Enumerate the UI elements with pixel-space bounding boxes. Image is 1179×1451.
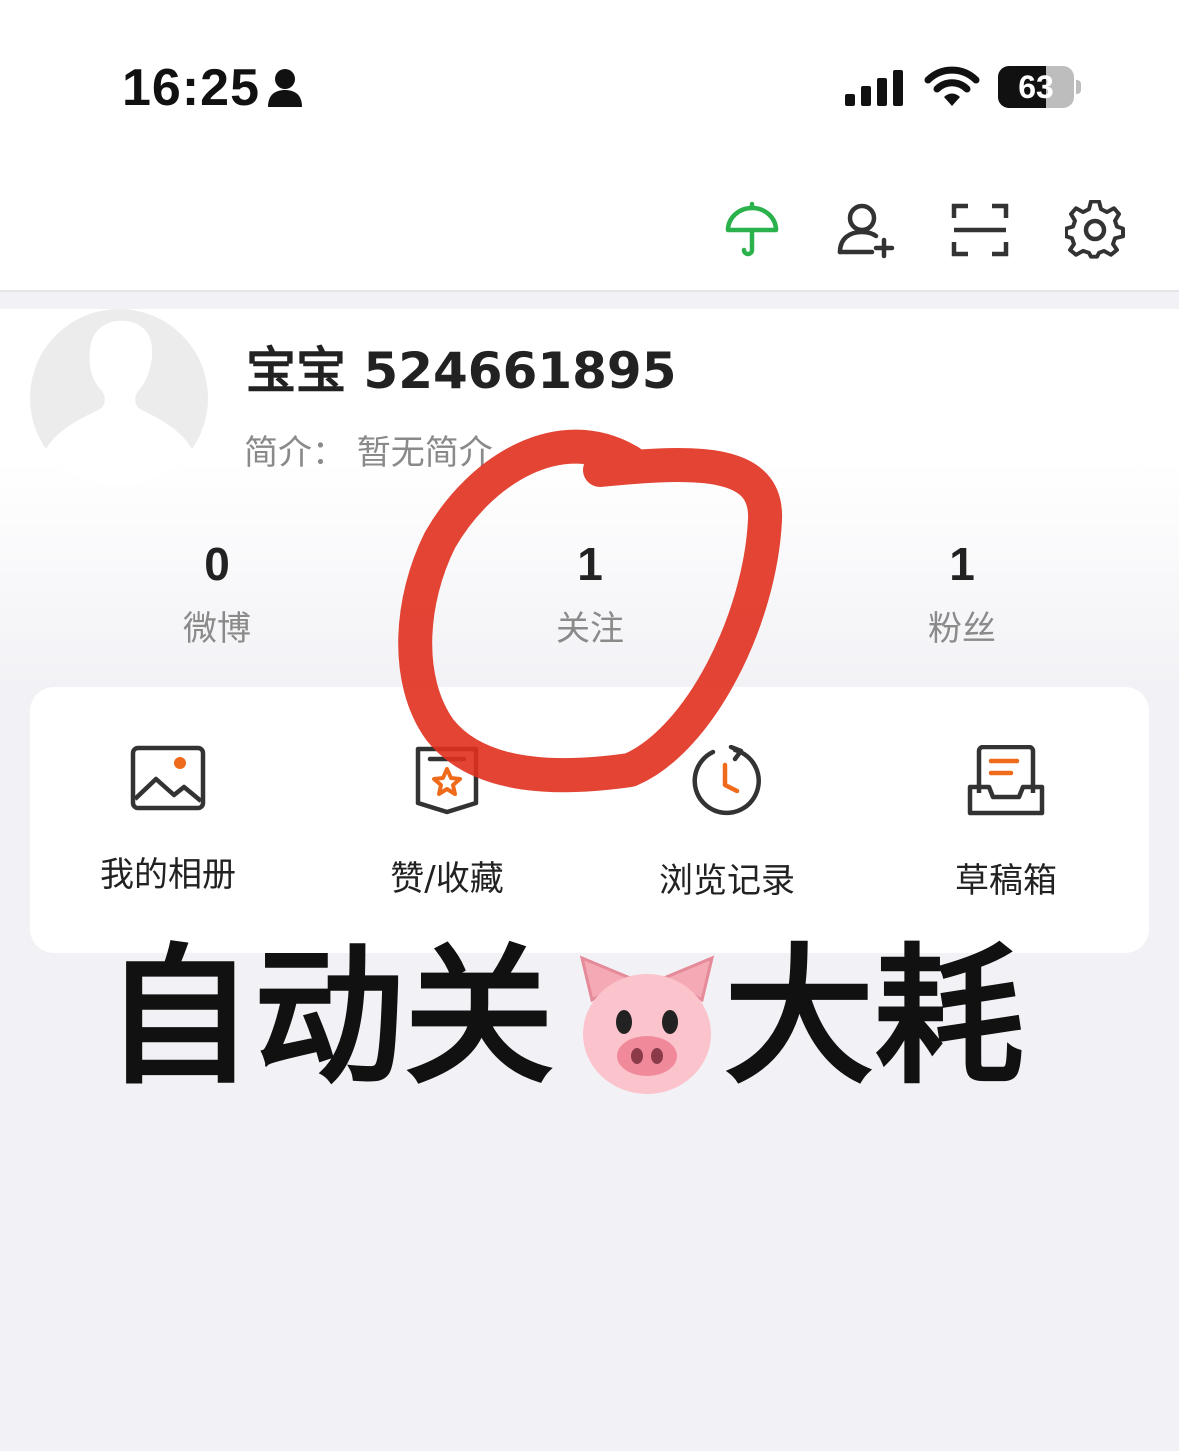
history-icon: [692, 745, 761, 816]
stat-label: 关注: [556, 609, 624, 649]
scan-icon[interactable]: [950, 200, 1010, 260]
shortcut-menu-card: 我的相册 赞/收藏 浏览记录 草稿箱: [30, 687, 1149, 953]
drafts-icon: [967, 745, 1045, 816]
profile-section: 宝宝 524661895 简介： 暂无简介 0 微博 1 关注 1 粉丝: [0, 309, 1179, 689]
bio-text[interactable]: 简介： 暂无简介: [244, 425, 493, 474]
menu-label: 草稿箱: [955, 861, 1057, 901]
wifi-icon: [924, 66, 980, 106]
overlay-caption-right: 大耗: [724, 931, 1025, 1105]
settings-icon[interactable]: [1065, 200, 1125, 260]
stat-value: 0: [204, 538, 230, 590]
person-icon: [268, 69, 302, 107]
overlay-caption-left: 自动关: [104, 931, 555, 1105]
pig-face-icon: [579, 955, 715, 1094]
menu-label: 赞/收藏: [390, 859, 504, 899]
stat-followers[interactable]: 1 粉丝: [862, 537, 1062, 650]
avatar[interactable]: [30, 309, 208, 487]
stat-value: 1: [577, 538, 603, 590]
menu-label: 浏览记录: [659, 861, 795, 901]
battery-indicator: 63: [998, 66, 1074, 108]
stat-weibo[interactable]: 0 微博: [117, 537, 317, 650]
photo-album-icon: [130, 745, 206, 811]
username[interactable]: 宝宝 524661895: [246, 331, 677, 403]
top-header: [0, 170, 1179, 292]
menu-label: 我的相册: [100, 855, 236, 895]
battery-percent: 63: [1018, 69, 1054, 105]
stat-label: 粉丝: [928, 609, 996, 649]
umbrella-icon[interactable]: [722, 200, 782, 260]
default-avatar-icon: [46, 320, 192, 487]
cellular-signal-icon: [845, 70, 903, 106]
favorites-icon: [415, 746, 479, 815]
stat-label: 微博: [183, 609, 251, 649]
menu-history[interactable]: 浏览记录: [617, 745, 837, 902]
stat-value: 1: [949, 538, 975, 590]
menu-favorites[interactable]: 赞/收藏: [337, 745, 557, 900]
stat-following[interactable]: 1 关注: [490, 537, 690, 650]
status-time: 16:25: [122, 59, 260, 117]
status-bar: 16:25 63: [0, 0, 1179, 170]
menu-drafts[interactable]: 草稿箱: [896, 745, 1116, 902]
add-friend-icon[interactable]: [836, 200, 896, 260]
menu-photo-album[interactable]: 我的相册: [58, 745, 278, 896]
battery-nub: [1076, 80, 1081, 94]
